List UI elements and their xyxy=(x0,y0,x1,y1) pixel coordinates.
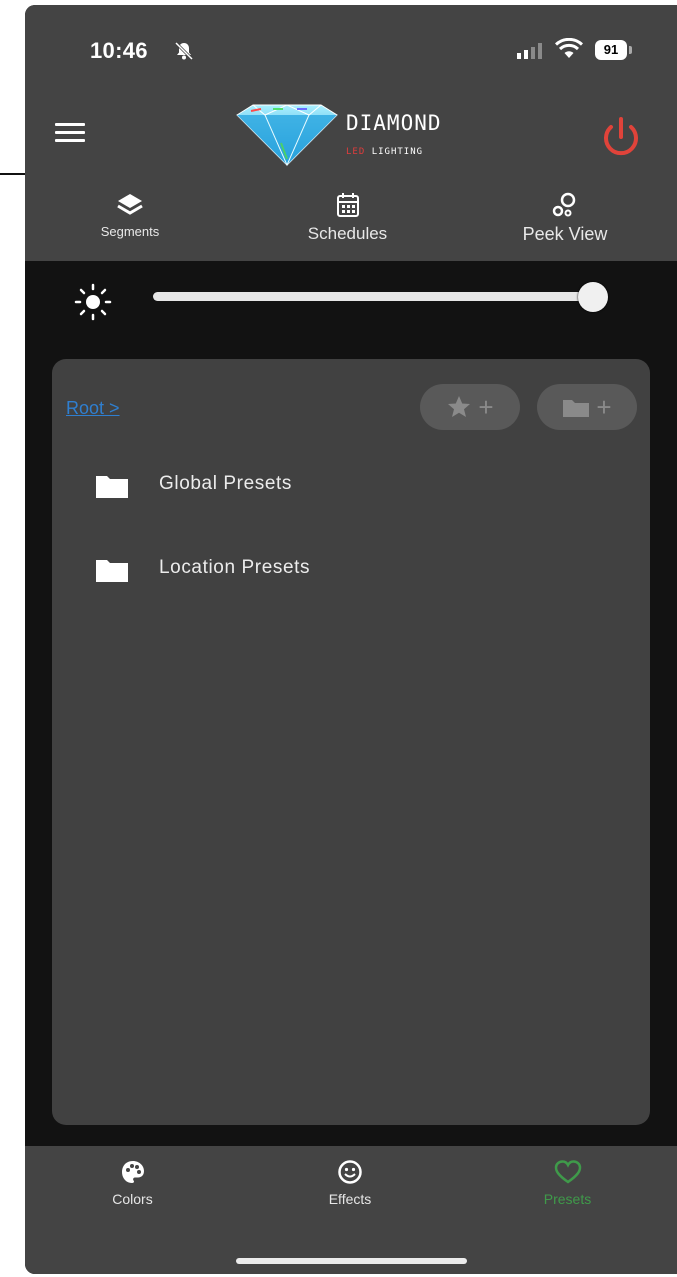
folder-label: Global Presets xyxy=(159,473,293,494)
folder-icon xyxy=(96,476,128,498)
edge-divider-line xyxy=(0,173,25,175)
brand-subtitle-text: LIGHTING xyxy=(371,147,424,157)
nav-effects-tab[interactable]: Effects xyxy=(310,1159,390,1207)
status-time: 10:46 xyxy=(90,38,148,63)
palette-icon xyxy=(121,1161,144,1183)
folder-row-location-presets[interactable]: Location Presets xyxy=(95,549,595,589)
silent-bell-icon xyxy=(174,41,194,61)
nav-presets-tab[interactable]: Presets xyxy=(525,1159,610,1207)
add-folder-button[interactable]: + xyxy=(537,384,637,430)
layers-icon xyxy=(117,194,143,215)
heart-icon xyxy=(554,1160,581,1184)
folder-row-global-presets[interactable]: Global Presets xyxy=(95,465,595,505)
calendar-icon xyxy=(336,193,359,217)
add-favorite-preset-button[interactable]: + xyxy=(420,384,520,430)
nav-presets-label: Presets xyxy=(543,1191,592,1207)
power-button[interactable] xyxy=(598,115,644,161)
star-icon xyxy=(448,396,471,417)
schedules-label: Schedules xyxy=(307,224,388,243)
bubbles-icon xyxy=(552,192,576,217)
battery-tip xyxy=(629,46,632,54)
presets-panel-body xyxy=(52,705,650,1125)
brand-subtitle: LED LIGHTING xyxy=(346,147,423,157)
nav-effects-label: Effects xyxy=(328,1191,372,1207)
phone-screen: 10:46 91 DIAMOND LED LIGHTING Segments S… xyxy=(25,5,677,1274)
diamond-logo-icon xyxy=(236,104,338,167)
cellular-signal-icon xyxy=(517,43,542,59)
home-indicator xyxy=(236,1258,467,1264)
brand-title: DIAMOND xyxy=(346,111,442,135)
nav-colors-label: Colors xyxy=(112,1191,153,1207)
add-folder-plus: + xyxy=(596,391,612,422)
folder-label: Location Presets xyxy=(159,557,311,578)
hamburger-menu-button[interactable] xyxy=(55,123,85,147)
peek-view-button[interactable]: Peek View xyxy=(505,192,625,245)
brand-subtitle-prefix: LED xyxy=(346,147,366,157)
breadcrumb-root-link[interactable]: Root > xyxy=(66,398,120,419)
sun-icon xyxy=(74,283,112,321)
nav-colors-tab[interactable]: Colors xyxy=(95,1159,170,1207)
folder-icon xyxy=(96,560,128,582)
brightness-slider-thumb[interactable] xyxy=(578,282,608,312)
peek-view-label: Peek View xyxy=(522,224,608,244)
schedules-button[interactable]: Schedules xyxy=(290,192,405,244)
wifi-icon xyxy=(555,38,583,58)
brightness-slider[interactable] xyxy=(153,292,593,301)
smiley-icon xyxy=(338,1160,362,1184)
segments-button[interactable]: Segments xyxy=(75,192,185,239)
segments-label: Segments xyxy=(100,224,160,239)
folder-icon xyxy=(563,400,590,417)
add-favorite-plus: + xyxy=(478,391,494,422)
battery-indicator: 91 xyxy=(595,40,627,60)
